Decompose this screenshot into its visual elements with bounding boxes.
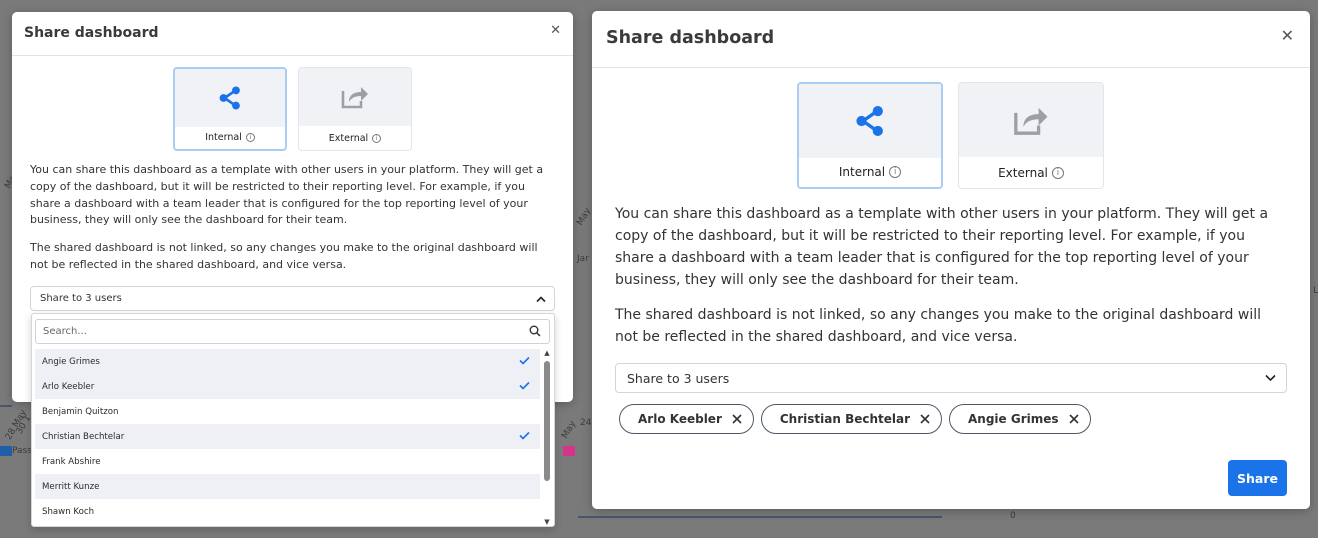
user-chip-label: Angie Grimes — [968, 412, 1059, 426]
share-type-icon-area — [799, 84, 941, 158]
checkmark-icon — [519, 356, 530, 365]
user-option[interactable]: Shawn Koch — [35, 499, 540, 524]
share-users-select[interactable]: Share to 3 users — [30, 286, 555, 311]
share-note: The shared dashboard is not linked, so a… — [30, 241, 538, 271]
info-icon[interactable]: i — [245, 132, 255, 142]
user-option-label: Christian Bechtelar — [42, 431, 125, 442]
share-type-icon-area — [299, 68, 411, 126]
bg-chart-line — [0, 405, 12, 407]
info-icon[interactable]: i — [372, 133, 382, 143]
user-option-label: Angie Grimes — [42, 356, 100, 367]
user-option-label: Merritt Kunze — [42, 481, 100, 492]
modal-header: Share dashboard ✕ — [592, 11, 1310, 68]
share-type-icon-area — [959, 83, 1103, 157]
user-chip[interactable]: Arlo Keebler — [619, 404, 754, 434]
user-option[interactable]: Christian Bechtelar — [35, 424, 540, 449]
bg-axis-label: L — [1313, 286, 1318, 296]
share-note: The shared dashboard is not linked, so a… — [615, 307, 1261, 345]
user-option[interactable]: Frank Abshire — [35, 449, 540, 474]
search-input[interactable] — [36, 320, 516, 343]
scroll-thumb[interactable] — [544, 361, 550, 481]
user-option[interactable]: Angie Grimes — [35, 349, 540, 374]
share-type-label-row: External i — [959, 158, 1103, 188]
share-type-label-row: Internal i — [799, 157, 941, 187]
share-type-label-row: Internal i — [175, 125, 285, 149]
share-type-label: Internal — [838, 165, 886, 179]
scroll-up-arrow-icon[interactable]: ▲ — [543, 350, 551, 357]
user-chip[interactable]: Christian Bechtelar — [760, 404, 943, 434]
select-value: Share to 3 users — [40, 293, 122, 304]
share-button[interactable]: Share — [1228, 460, 1287, 496]
share-type-label: External — [328, 132, 369, 144]
share-type-external-tab[interactable]: External i — [958, 82, 1104, 189]
modal-title: Share dashboard — [606, 28, 775, 48]
users-dropdown-panel: Angie Grimes Arlo Keebler Benjamin Quitz… — [31, 313, 555, 527]
user-chip[interactable]: Angie Grimes — [949, 404, 1091, 434]
share-type-internal-tab[interactable]: Internal i — [797, 82, 943, 189]
scroll-down-arrow-icon[interactable]: ▼ — [543, 519, 551, 526]
user-option[interactable]: Benjamin Quitzon — [35, 399, 540, 424]
bg-axis-label: Jar — [577, 254, 589, 264]
select-value: Share to 3 users — [627, 370, 730, 386]
bg-axis-label: May — [560, 419, 579, 441]
share-type-label: External — [998, 166, 1048, 180]
checkmark-icon — [519, 431, 530, 440]
remove-chip-icon[interactable] — [1068, 414, 1079, 424]
user-option-label: Frank Abshire — [42, 456, 101, 467]
user-chip-label: Arlo Keebler — [638, 412, 722, 426]
info-icon[interactable]: i — [1051, 167, 1064, 179]
external-share-icon — [341, 87, 368, 109]
share-nodes-icon — [856, 105, 883, 137]
external-share-icon — [1014, 107, 1048, 135]
close-icon[interactable]: ✕ — [1281, 28, 1294, 44]
user-chip-label: Christian Bechtelar — [779, 412, 911, 426]
chevron-up-icon — [536, 295, 546, 302]
user-option-label: Benjamin Quitzon — [42, 406, 119, 417]
user-option[interactable]: Arlo Keebler — [35, 374, 540, 399]
close-icon[interactable]: ✕ — [550, 24, 561, 37]
modal-header: Share dashboard ✕ — [12, 12, 573, 56]
share-description: You can share this dashboard as a templa… — [615, 206, 1269, 288]
search-icon[interactable] — [529, 325, 541, 337]
share-type-label: Internal — [205, 131, 242, 143]
share-users-select[interactable]: Share to 3 users — [615, 363, 1287, 393]
selected-users-chips: Arlo Keebler Christian Bechtelar Angie G… — [619, 404, 1091, 434]
share-nodes-icon — [219, 86, 240, 110]
bg-axis-label: May — [575, 206, 594, 228]
share-dashboard-modal: Share dashboard ✕ Internal i External i … — [592, 11, 1310, 509]
bg-chart-line — [578, 516, 942, 518]
share-type-icon-area — [175, 69, 285, 127]
modal-title: Share dashboard — [24, 25, 159, 41]
chevron-down-icon — [1265, 374, 1276, 382]
checkmark-icon — [519, 381, 530, 390]
remove-chip-icon[interactable] — [920, 414, 930, 424]
bg-axis-label: 0 — [1010, 511, 1016, 521]
bg-legend-swatch — [563, 446, 575, 456]
share-type-external-tab[interactable]: External i — [298, 67, 412, 151]
user-option-label: Shawn Koch — [42, 506, 95, 517]
info-icon[interactable]: i — [889, 166, 902, 178]
share-description: You can share this dashboard as a templa… — [30, 163, 544, 227]
user-option-label: Arlo Keebler — [42, 381, 95, 392]
share-type-internal-tab[interactable]: Internal i — [173, 67, 287, 151]
remove-chip-icon[interactable] — [732, 414, 742, 424]
dropdown-scrollbar[interactable]: ▲ ▼ — [541, 349, 553, 526]
user-option[interactable]: Merritt Kunze — [35, 474, 540, 499]
bg-legend-swatch — [0, 446, 12, 456]
share-type-label-row: External i — [299, 126, 411, 150]
search-field[interactable] — [35, 319, 550, 344]
bg-legend-label: Pass — [12, 446, 32, 456]
user-options-list: Angie Grimes Arlo Keebler Benjamin Quitz… — [35, 349, 540, 524]
